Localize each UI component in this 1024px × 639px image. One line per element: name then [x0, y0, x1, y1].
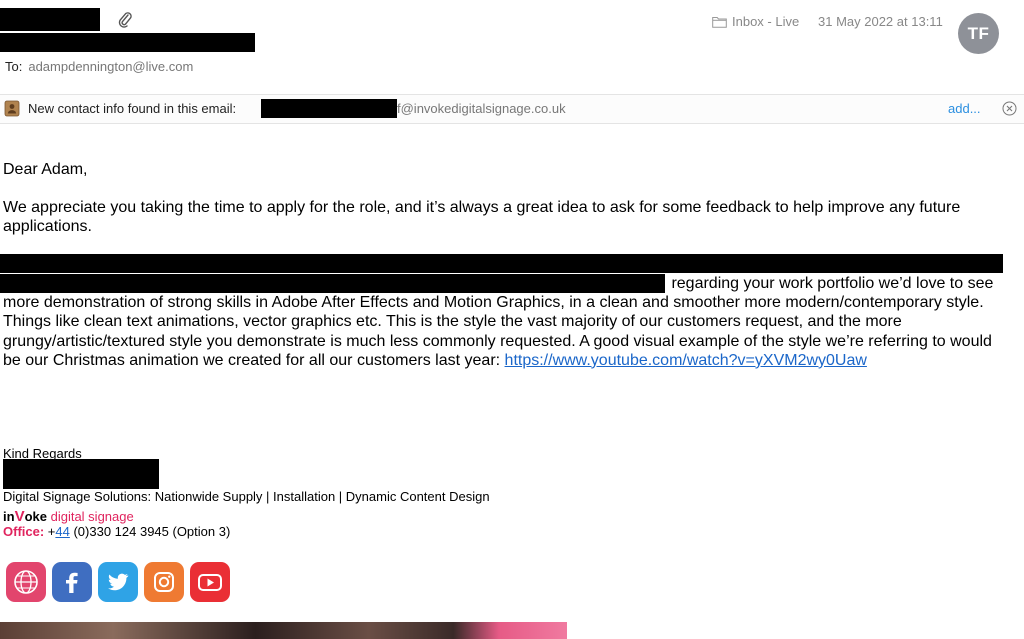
instagram-glyph	[154, 572, 174, 592]
new-contact-email: f@invokedigitalsignage.co.uk	[397, 101, 566, 116]
redacted-sender-name	[0, 8, 100, 31]
mailbox-label[interactable]: Inbox - Live	[712, 14, 799, 29]
signature-tagline: Digital Signage Solutions: Nationwide Su…	[3, 489, 490, 504]
youtube-glyph	[198, 574, 222, 591]
greeting: Dear Adam,	[3, 161, 88, 178]
globe-glyph	[14, 570, 38, 594]
paragraph-1: We appreciate you taking the time to app…	[3, 199, 961, 236]
folder-icon	[712, 16, 727, 28]
office-prefix: +	[44, 524, 56, 539]
twitter-icon[interactable]	[98, 562, 138, 602]
office-label: Office:	[3, 524, 45, 539]
mailbox-name: Inbox - Live	[732, 14, 800, 29]
website-icon[interactable]	[6, 562, 46, 602]
add-contact-button[interactable]: add...	[948, 101, 981, 116]
office-phone: Office: +44 (0)330 124 3945 (Option 3)	[3, 524, 230, 539]
youtube-icon[interactable]	[190, 562, 230, 602]
new-contact-text: New contact info found in this email:	[28, 101, 237, 116]
brand-oke: oke	[24, 509, 47, 524]
facebook-glyph	[66, 572, 78, 593]
new-contact-banner: New contact info found in this email: f@…	[0, 94, 1024, 124]
paperclip-icon[interactable]	[117, 11, 133, 29]
to-address[interactable]: adampdennington@live.com	[28, 59, 193, 74]
brand-digital-signage: digital signage	[46, 509, 134, 524]
facebook-icon[interactable]	[52, 562, 92, 602]
paragraph-2: regarding your work portfolio we’d love …	[3, 274, 1008, 370]
office-code-link[interactable]: 44	[55, 524, 69, 539]
office-number: (0)330 124 3945 (Option 3)	[69, 524, 231, 539]
to-label: To:	[5, 59, 23, 74]
contact-card-icon	[4, 100, 20, 117]
company-logo: inVoke digital signage	[3, 508, 134, 525]
to-row: To: adampdennington@live.com	[5, 59, 193, 74]
redacted-contact-name	[261, 99, 397, 118]
brand-in: in	[3, 509, 15, 524]
close-icon[interactable]	[1002, 101, 1017, 116]
signature-banner-image	[0, 622, 567, 639]
message-date: 31 May 2022 at 13:11	[818, 14, 943, 29]
redacted-signature-name	[3, 459, 159, 489]
brand-v: V	[14, 508, 25, 525]
instagram-icon[interactable]	[144, 562, 184, 602]
youtube-link[interactable]: https://www.youtube.com/watch?v=yXVM2wy0…	[505, 352, 867, 369]
redacted-subject	[0, 33, 255, 52]
sender-avatar[interactable]: TF	[958, 13, 999, 54]
redacted-text-line-1	[0, 254, 1003, 273]
twitter-glyph	[108, 573, 129, 591]
